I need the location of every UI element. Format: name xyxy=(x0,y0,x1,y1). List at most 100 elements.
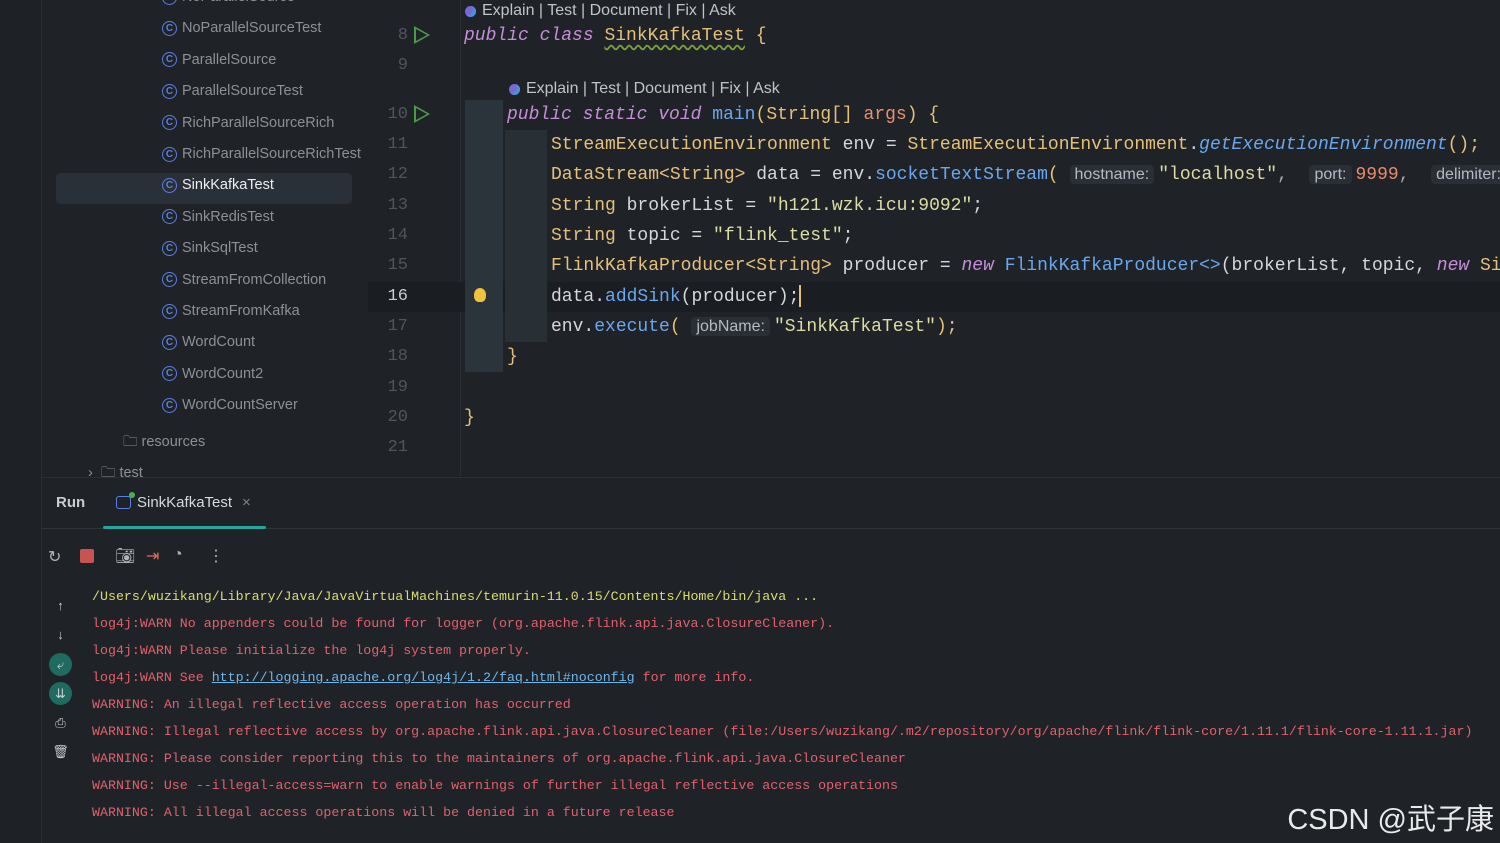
console-line: log4j:WARN No appenders could be found f… xyxy=(92,616,835,631)
line-number: 20 xyxy=(387,408,408,427)
code-lens[interactable]: Explain | Test | Document | Fix | Ask xyxy=(509,80,780,98)
line-number: 18 xyxy=(387,347,408,366)
tree-item[interactable]: C WordCount2 xyxy=(162,360,263,388)
class-icon: C xyxy=(162,303,177,319)
class-icon: C xyxy=(162,115,177,131)
class-icon: C xyxy=(162,272,177,288)
code-line-18: } xyxy=(507,347,518,367)
code-line-15: FlinkKafkaProducer<String> producer = ne… xyxy=(551,256,1500,276)
console-line: /Users/wuzikang/Library/Java/JavaVirtual… xyxy=(92,589,819,604)
class-icon: C xyxy=(162,0,177,5)
tree-item[interactable]: C WordCount xyxy=(162,328,255,356)
param-hint: delimiter: xyxy=(1431,165,1500,184)
camera-icon[interactable]: 📷︎ xyxy=(115,546,135,566)
tree-item[interactable]: C RichParallelSourceRich xyxy=(162,109,334,137)
param-hint: port: xyxy=(1309,165,1352,184)
line-number: 15 xyxy=(387,256,408,275)
tree-item-label: ParallelSourceTest xyxy=(182,83,303,100)
close-icon[interactable]: × xyxy=(242,494,251,511)
class-icon: C xyxy=(162,240,177,256)
tree-item-label: WordCount2 xyxy=(182,365,264,382)
tree-item-label: NoParallelSource xyxy=(182,0,295,5)
trash-icon[interactable]: 🗑︎ xyxy=(49,740,72,763)
class-icon: C xyxy=(162,366,177,382)
scroll-to-end-icon[interactable]: ⇊ xyxy=(49,682,72,705)
console-line: WARNING: Use --illegal-access=warn to en… xyxy=(92,778,898,793)
tree-item-label: SinkRedisTest xyxy=(182,208,274,225)
line-number: 9 xyxy=(397,56,408,75)
tree-item-label: RichParallelSourceRich xyxy=(182,114,335,131)
tree-item-label: RichParallelSourceRichTest xyxy=(182,146,361,162)
text-caret xyxy=(799,285,802,308)
run-gutter-icon[interactable] xyxy=(414,105,430,123)
code-line-13: String brokerList = "h121.wzk.icu:9092"; xyxy=(551,196,984,216)
line-number: 11 xyxy=(387,135,408,154)
tree-item[interactable]: C ParallelSourceTest xyxy=(162,77,303,105)
lightbulb-icon[interactable] xyxy=(474,288,486,302)
run-panel-tabs xyxy=(42,477,1500,529)
ai-assistant-icon xyxy=(509,83,520,95)
line-number: 13 xyxy=(387,196,408,215)
code-lens[interactable]: Explain | Test | Document | Fix | Ask xyxy=(465,2,736,20)
tree-item-label: StreamFromCollection xyxy=(182,271,327,288)
console-line: WARNING: Please consider reporting this … xyxy=(92,751,906,766)
ai-assistant-icon xyxy=(465,5,476,17)
console-line: log4j:WARN See http://logging.apache.org… xyxy=(92,670,755,685)
line-number: 10 xyxy=(387,105,408,124)
soft-wrap-icon[interactable]: ⤶ xyxy=(49,653,72,676)
rerun-icon[interactable]: ↻ xyxy=(48,547,61,567)
more-options-icon[interactable]: ⋮ xyxy=(208,546,224,566)
scope-indicator xyxy=(505,130,547,342)
tree-item-label: SinkKafkaTest xyxy=(182,177,274,194)
tree-item[interactable]: C WordCountServer xyxy=(162,391,298,419)
param-hint: hostname: xyxy=(1069,165,1155,184)
line-number: 8 xyxy=(397,26,408,45)
tree-item-label: WordCountServer xyxy=(182,397,298,414)
tree-folder-resources[interactable]: 🗀 resources xyxy=(123,431,205,456)
folder-icon: 🗀 xyxy=(123,434,138,450)
class-icon: C xyxy=(162,177,177,193)
console-link[interactable]: http://logging.apache.org/log4j/1.2/faq.… xyxy=(212,670,635,685)
code-line-12: DataStream<String> data = env.socketText… xyxy=(551,160,1500,190)
class-icon: C xyxy=(162,209,177,225)
line-number: 21 xyxy=(387,438,408,457)
tree-item[interactable]: C StreamFromKafka xyxy=(162,297,300,325)
code-line-10: public static void main(String[] args) { xyxy=(507,105,940,125)
class-icon: C xyxy=(162,334,177,350)
tree-item[interactable]: C SinkSqlTest xyxy=(162,234,258,262)
tree-item[interactable]: C NoParallelSourceTest xyxy=(162,14,321,42)
class-icon: C xyxy=(162,146,177,162)
print-icon[interactable]: ⎙ xyxy=(49,711,72,734)
tree-item-label: SinkSqlTest xyxy=(182,240,258,257)
class-icon: C xyxy=(162,52,177,68)
code-line-14: String topic = "flink_test"; xyxy=(551,226,854,246)
console-line: WARNING: Illegal reflective access by or… xyxy=(92,724,1473,739)
console-line: log4j:WARN Please initialize the log4j s… xyxy=(92,643,531,658)
tree-item[interactable]: C ParallelSource xyxy=(162,46,276,74)
line-number: 19 xyxy=(387,378,408,397)
scroll-up-icon[interactable]: ↑ xyxy=(49,594,72,617)
tree-item[interactable]: C SinkKafkaTest xyxy=(162,171,274,199)
console-icon xyxy=(116,492,135,509)
tree-item-label: ParallelSource xyxy=(182,51,277,68)
code-line-17: env.execute( jobName: "SinkKafkaTest"); xyxy=(551,317,958,337)
class-icon: C xyxy=(162,397,177,413)
class-icon: C xyxy=(162,20,177,36)
tree-item[interactable]: C RichParallelSourceRichTest xyxy=(162,140,361,168)
tree-item[interactable]: C SinkRedisTest xyxy=(162,203,274,231)
exit-icon[interactable]: ⇥ xyxy=(146,546,159,566)
run-gutter-icon[interactable] xyxy=(414,26,430,44)
tab-sinkkafkatest[interactable]: SinkKafkaTest × xyxy=(116,492,251,511)
tree-item[interactable]: C NoParallelSource xyxy=(162,0,295,11)
tool-window-strip xyxy=(0,0,42,843)
tree-item[interactable]: C StreamFromCollection xyxy=(162,266,326,294)
profiler-icon[interactable]: ◔ xyxy=(173,546,183,564)
line-number: 16 xyxy=(387,287,408,306)
run-panel-title: Run xyxy=(56,494,86,511)
code-line-11: StreamExecutionEnvironment env = StreamE… xyxy=(551,135,1481,155)
tree-item-label: StreamFromKafka xyxy=(182,303,300,319)
scroll-down-icon[interactable]: ↓ xyxy=(49,623,72,646)
stop-icon[interactable] xyxy=(80,549,94,563)
watermark: CSDN @武子康 xyxy=(1287,804,1494,836)
code-line-8: public class SinkKafkaTest { xyxy=(464,26,767,46)
